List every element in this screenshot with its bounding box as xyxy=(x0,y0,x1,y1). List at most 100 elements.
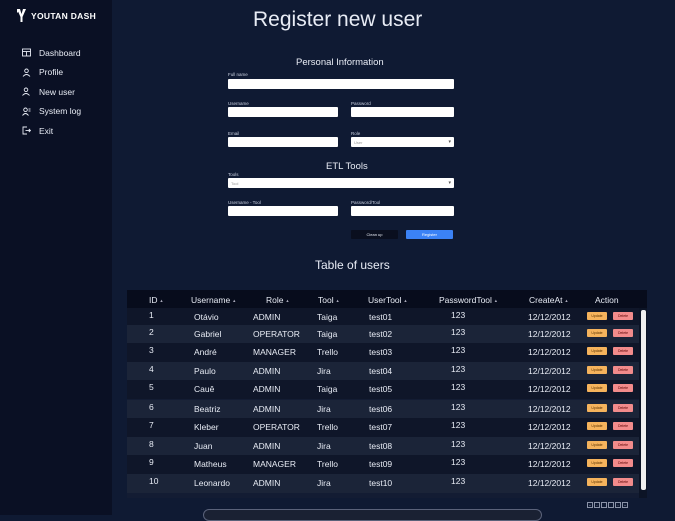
prev-page-icon[interactable]: ‹ xyxy=(594,502,600,508)
cell-createat: 12/12/2012 xyxy=(528,441,571,451)
update-button[interactable]: Update xyxy=(587,459,607,467)
table-row: 3 André MANAGER Trello test03 123 12/12/2012 Up… xyxy=(127,343,639,362)
delete-button[interactable]: Delete xyxy=(613,459,633,467)
cell-id: 7 xyxy=(149,420,154,430)
cell-id: 2 xyxy=(149,327,154,337)
cell-username: Kleber xyxy=(194,422,219,432)
column-header-tool[interactable]: Tool ▲ xyxy=(318,295,340,305)
update-button[interactable]: Update xyxy=(587,478,607,486)
cell-tool: Jira xyxy=(317,441,331,451)
update-button[interactable]: Update xyxy=(587,347,607,355)
column-header-usertool[interactable]: UserTool ▲ xyxy=(368,295,408,305)
password-tool-field[interactable] xyxy=(351,206,454,216)
username-field[interactable] xyxy=(228,107,338,117)
role-select[interactable]: User ▾ xyxy=(351,137,454,147)
delete-button[interactable]: Delete xyxy=(613,422,633,430)
update-button[interactable]: Update xyxy=(587,366,607,374)
dashboard-icon xyxy=(22,48,31,57)
table-title: Table of users xyxy=(315,258,390,272)
page-button[interactable] xyxy=(608,502,614,508)
cell-username: Beatriz xyxy=(194,404,221,414)
first-page-icon[interactable]: « xyxy=(587,502,593,508)
tools-select[interactable]: Tool ▾ xyxy=(228,178,454,188)
sidebar-item-label: Dashboard xyxy=(39,47,81,58)
scrollbar-thumb[interactable] xyxy=(641,310,646,490)
update-button[interactable]: Update xyxy=(587,312,607,320)
column-header-username[interactable]: Username ▲ xyxy=(191,295,236,305)
full-name-label: Full name xyxy=(228,72,248,77)
email-field[interactable] xyxy=(228,137,338,147)
column-header-id[interactable]: ID ▲ xyxy=(149,295,163,305)
next-page-icon[interactable]: › xyxy=(615,502,621,508)
cell-usertool: test04 xyxy=(369,366,393,376)
cell-role: MANAGER xyxy=(253,459,296,469)
sidebar-item-profile[interactable]: Profile xyxy=(22,63,81,83)
sidebar-item-exit[interactable]: Exit xyxy=(22,121,81,141)
cell-createat: 12/12/2012 xyxy=(528,312,571,322)
sidebar-item-new-user[interactable]: New user xyxy=(22,82,81,102)
cell-tool: Taiga xyxy=(317,384,338,394)
sort-icon: ▲ xyxy=(403,298,408,304)
delete-button[interactable]: Delete xyxy=(613,478,633,486)
page-button[interactable] xyxy=(601,502,607,508)
delete-button[interactable]: Delete xyxy=(613,347,633,355)
delete-button[interactable]: Delete xyxy=(613,404,633,412)
full-name-field[interactable] xyxy=(228,79,454,89)
sort-icon: ▲ xyxy=(564,298,569,304)
email-label: Email xyxy=(228,131,240,136)
tools-label: Tools xyxy=(228,172,239,177)
cell-id: 10 xyxy=(149,476,159,486)
delete-button[interactable]: Delete xyxy=(613,366,633,374)
update-button[interactable]: Update xyxy=(587,329,607,337)
sidebar-item-dashboard[interactable]: Dashboard xyxy=(22,43,81,63)
table-row: 6 Beatriz ADMIN Jira test06 123 12/12/2012 Upda… xyxy=(127,400,639,419)
sidebar-item-label: System log xyxy=(39,106,82,117)
update-button[interactable]: Update xyxy=(587,404,607,412)
column-header-passwordtool[interactable]: PasswordTool ▲ xyxy=(439,295,498,305)
cell-usertool: test05 xyxy=(369,384,393,394)
sort-icon: ▲ xyxy=(335,298,340,304)
cell-passwordtool: 123 xyxy=(451,327,466,337)
cell-createat: 12/12/2012 xyxy=(528,366,571,376)
cell-username: Otávio xyxy=(194,312,219,322)
cell-createat: 12/12/2012 xyxy=(528,422,571,432)
cell-createat: 12/12/2012 xyxy=(528,329,571,339)
delete-button[interactable]: Delete xyxy=(613,384,633,392)
cell-username: Paulo xyxy=(194,366,216,376)
delete-button[interactable]: Delete xyxy=(613,329,633,337)
table-row: 2 Gabriel OPERATOR Taiga test02 123 12/12/2012… xyxy=(127,325,639,344)
exit-icon xyxy=(22,126,31,135)
cell-username: Leonardo xyxy=(194,478,230,488)
add-user-icon xyxy=(22,87,30,97)
sidebar-item-label: Exit xyxy=(39,125,54,136)
cell-passwordtool: 123 xyxy=(451,457,466,467)
sort-icon: ▲ xyxy=(285,298,290,304)
cell-username: Juan xyxy=(194,441,213,451)
password-field[interactable] xyxy=(351,107,454,117)
cell-role: MANAGER xyxy=(253,347,296,357)
update-button[interactable]: Update xyxy=(587,441,607,449)
cell-id: 4 xyxy=(149,364,154,374)
sort-icon: ▲ xyxy=(493,298,498,304)
column-header-createat[interactable]: CreateAt ▲ xyxy=(529,295,569,305)
delete-button[interactable]: Delete xyxy=(613,312,633,320)
delete-button[interactable]: Delete xyxy=(613,441,633,449)
cell-role: OPERATOR xyxy=(253,422,300,432)
cell-passwordtool: 123 xyxy=(451,420,466,430)
username-tool-field[interactable] xyxy=(228,206,338,216)
update-button[interactable]: Update xyxy=(587,384,607,392)
clean-up-button[interactable]: Clean up xyxy=(351,230,398,239)
register-button[interactable]: Register xyxy=(406,230,453,239)
sidebar-item-system-log[interactable]: System log xyxy=(22,102,81,122)
column-header-role[interactable]: Role ▲ xyxy=(266,295,289,305)
password-label: Password xyxy=(351,101,371,106)
last-page-icon[interactable]: » xyxy=(622,502,628,508)
username-tool-label: Username - Tool xyxy=(228,200,261,205)
app-logo[interactable]: YOUTAN DASH xyxy=(16,8,96,23)
cell-role: ADMIN xyxy=(253,478,281,488)
cell-role: ADMIN xyxy=(253,404,281,414)
update-button[interactable]: Update xyxy=(587,422,607,430)
cell-tool: Taiga xyxy=(317,329,338,339)
log-icon xyxy=(22,107,31,116)
cell-role: ADMIN xyxy=(253,384,281,394)
